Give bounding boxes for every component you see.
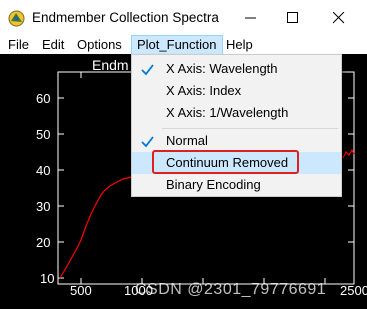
y-tick-label: 40: [36, 163, 50, 178]
close-icon: [333, 12, 345, 24]
menu-separator: [162, 128, 338, 129]
spectrum-curve-tail: [342, 148, 355, 159]
y-tick-label: 30: [36, 199, 50, 214]
x-tick-label: 2500: [340, 283, 367, 298]
menu-item-label: Binary Encoding: [166, 177, 261, 192]
annotation-highlight-box: [152, 150, 299, 174]
menu-item-binary-encoding[interactable]: Binary Encoding: [132, 174, 341, 196]
y-tick-label: 10: [40, 271, 54, 286]
menu-item-x-axis-wavelength[interactable]: X Axis: Wavelength: [132, 58, 341, 80]
menu-item-label: X Axis: 1/Wavelength: [166, 105, 289, 120]
x-tick-label: 500: [70, 283, 92, 298]
plot-title: Endm: [92, 57, 129, 73]
minimize-button[interactable]: [228, 0, 274, 36]
spectrum-curve: [59, 176, 132, 279]
close-button[interactable]: [316, 0, 362, 36]
menu-bar: File Edit Options Plot_Function Help: [0, 35, 367, 55]
menu-plot-function[interactable]: Plot_Function: [131, 35, 223, 55]
menu-item-label: X Axis: Index: [166, 83, 242, 98]
maximize-button[interactable]: [270, 0, 316, 36]
plot-function-menu: X Axis: Wavelength X Axis: Index X Axis:…: [131, 54, 342, 197]
menu-item-x-axis-index[interactable]: X Axis: Index: [132, 80, 341, 102]
window-title: Endmember Collection Spectra: [32, 10, 219, 25]
checkmark-icon: [141, 64, 154, 76]
watermark: CSDN @2301_79776691: [135, 281, 327, 298]
app-icon: [8, 10, 25, 27]
menu-file[interactable]: File: [3, 36, 34, 54]
menu-item-normal[interactable]: Normal: [132, 130, 341, 152]
menu-item-label: Normal: [166, 133, 208, 148]
menu-item-label: X Axis: Wavelength: [166, 61, 278, 76]
checkmark-icon: [141, 136, 154, 148]
menu-options[interactable]: Options: [72, 36, 127, 54]
y-tick-label: 60: [36, 91, 50, 106]
window-title-bar[interactable]: Endmember Collection Spectra: [0, 0, 367, 36]
y-tick-label: 50: [36, 127, 50, 142]
minimize-icon: [245, 17, 256, 19]
maximize-icon: [287, 12, 298, 23]
menu-item-x-axis-inverse-wavelength[interactable]: X Axis: 1/Wavelength: [132, 102, 341, 124]
menu-edit[interactable]: Edit: [37, 36, 69, 54]
menu-help[interactable]: Help: [221, 36, 258, 54]
y-tick-label: 20: [36, 235, 50, 250]
